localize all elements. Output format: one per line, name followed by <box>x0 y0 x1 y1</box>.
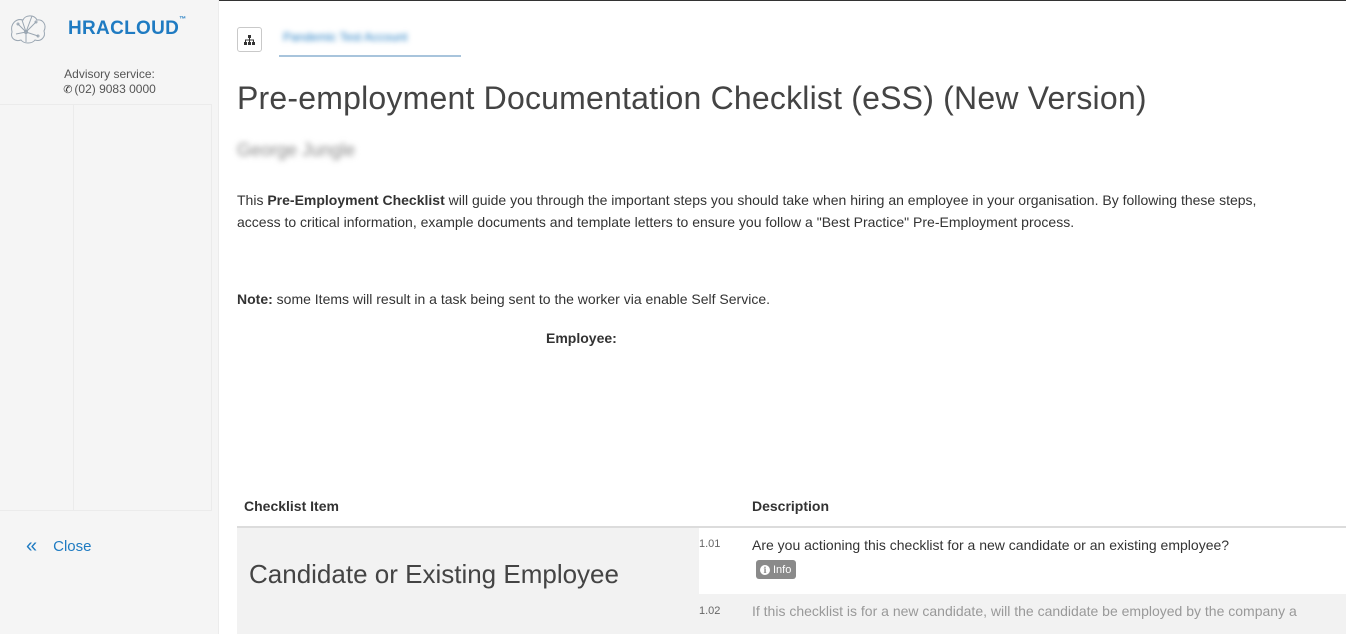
table-row[interactable]: 1.01 Are you actioning this checklist fo… <box>699 528 1346 571</box>
checklist-group: Candidate or Existing Employee <box>237 528 699 634</box>
intro-line-1-start: This <box>237 192 268 208</box>
side-panel-divider <box>73 105 74 510</box>
close-sidebar-button[interactable]: « Close <box>26 536 91 556</box>
breadcrumb-underline <box>279 55 461 57</box>
intro-line-2: access to critical information, example … <box>237 214 1075 230</box>
info-button[interactable]: i Info <box>756 560 797 579</box>
intro-line-1: This Pre-Employment Checklist will guide… <box>237 189 1346 211</box>
table-row[interactable]: 1.02 If this checklist is for a new cand… <box>699 594 1346 634</box>
row-description: If this checklist is for a new candidate… <box>752 603 1297 619</box>
main-content: Pandemic Test Account Pre-employment Doc… <box>219 0 1346 634</box>
advisory-label: Advisory service: <box>64 67 155 81</box>
note-label: Note: <box>237 291 273 307</box>
note-text: Note: some Items will result in a task b… <box>237 291 770 307</box>
side-panel <box>0 104 212 511</box>
page-title: Pre-employment Documentation Checklist (… <box>237 80 1147 116</box>
close-label: Close <box>53 537 92 555</box>
row-number: 1.01 <box>699 538 721 550</box>
employee-name: George Jungle <box>237 140 356 160</box>
intro-highlight: Pre-Employment Checklist <box>267 192 445 208</box>
hierarchy-button[interactable] <box>237 27 262 52</box>
row-number: 1.02 <box>699 605 721 617</box>
intro-text: This Pre-Employment Checklist will guide… <box>237 189 1346 233</box>
intro-line-1-end: will guide you through the important ste… <box>444 192 1257 208</box>
employee-field-label: Employee: <box>546 330 617 346</box>
brand-logo[interactable]: HRACLOUD™ <box>8 12 186 46</box>
checklist-table-header: Checklist Item Description <box>237 496 1346 528</box>
phone-icon: ✆ <box>63 84 73 96</box>
double-chevron-left-icon: « <box>26 535 38 557</box>
breadcrumb-link[interactable]: Pandemic Test Account <box>283 30 408 44</box>
top-border <box>219 0 1346 1</box>
sitemap-icon <box>244 34 255 45</box>
sidebar: HRACLOUD™ Advisory service: ✆ (02) 9083 0… <box>0 0 219 634</box>
info-label: Info <box>773 563 792 576</box>
hra-cloud-logo-icon <box>11 15 46 44</box>
advisory-info: Advisory service: ✆ (02) 9083 0000 <box>0 67 219 98</box>
phone-number: (02) 9083 0000 <box>74 82 156 96</box>
info-circle-icon: i <box>760 564 770 575</box>
column-header-description: Description <box>752 498 830 514</box>
checklist-group-title: Candidate or Existing Employee <box>249 559 619 589</box>
note-body: some Items will result in a task being s… <box>272 291 771 307</box>
advisory-phone[interactable]: ✆ (02) 9083 0000 <box>0 82 219 98</box>
row-description: Are you actioning this checklist for a n… <box>752 537 1230 553</box>
column-header-item: Checklist Item <box>244 498 339 514</box>
brand-name: HRACLOUD™ <box>68 16 187 39</box>
